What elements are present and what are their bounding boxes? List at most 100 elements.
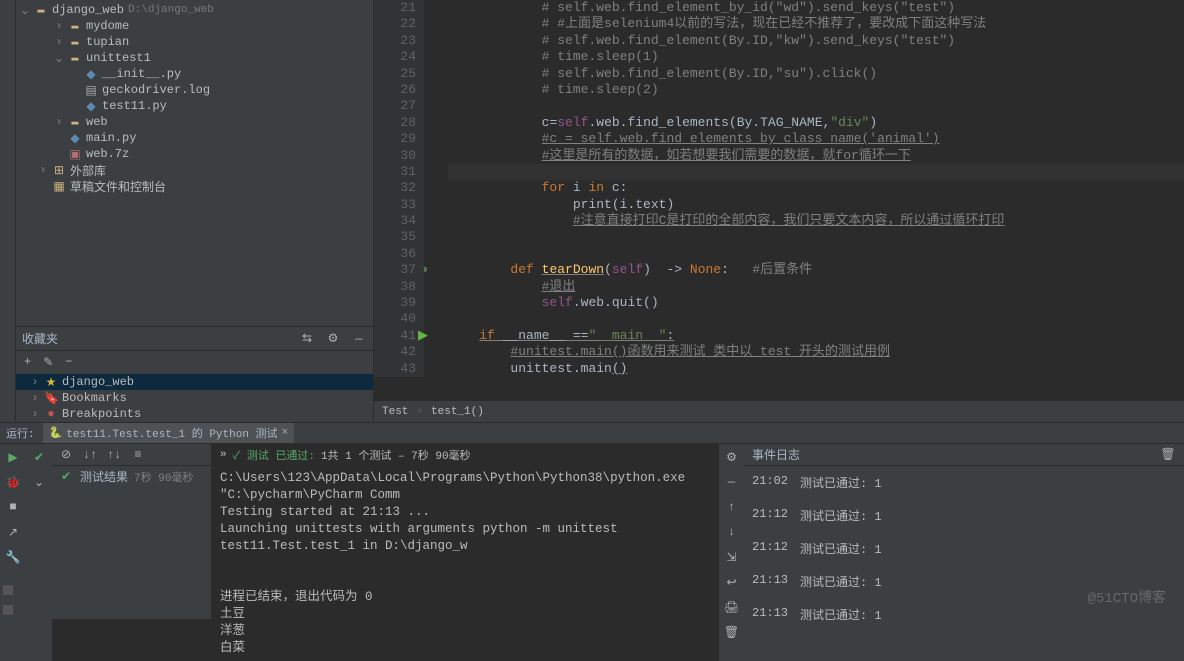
line-number[interactable]: 25 xyxy=(374,66,416,82)
project-tree[interactable]: ⌄ ▬ django_web D:\django_web ›▬mydome›▬t… xyxy=(16,0,373,196)
chevron-icon[interactable]: › xyxy=(30,375,40,389)
line-number[interactable]: 42 xyxy=(374,344,416,360)
line-number[interactable]: 28 xyxy=(374,115,416,131)
run-config-tab[interactable]: 🐍 test11.Test.test_1 的 Python 测试 × xyxy=(43,423,295,443)
event-row[interactable]: 21:02测试已通过: 1 xyxy=(752,474,1176,491)
line-number[interactable]: 38 xyxy=(374,279,416,295)
tree-row[interactable]: ›▬web xyxy=(16,114,373,130)
line-number[interactable]: 24 xyxy=(374,49,416,65)
gear-icon[interactable]: ⚙ xyxy=(325,331,341,347)
collapse-icon[interactable]: ⌄ xyxy=(31,474,47,490)
wrap-icon[interactable]: ↩ xyxy=(724,574,740,590)
pin-icon[interactable]: ↗ xyxy=(5,524,21,540)
minimize-icon[interactable]: — xyxy=(724,474,740,490)
line-number[interactable]: 21 xyxy=(374,0,416,16)
tree-row[interactable]: ›⊞外部库 xyxy=(16,162,373,178)
export-icon[interactable]: ⇲ xyxy=(724,549,740,565)
favorite-item[interactable]: ›●Breakpoints xyxy=(16,406,373,422)
line-number[interactable]: 32 xyxy=(374,180,416,196)
add-icon[interactable]: + xyxy=(24,355,31,370)
line-number[interactable]: 30 xyxy=(374,148,416,164)
run-icon[interactable]: ▶ xyxy=(5,449,21,465)
code-line[interactable]: for i in c: xyxy=(448,180,1184,196)
line-number[interactable]: 35 xyxy=(374,229,416,245)
line-number[interactable]: 36 xyxy=(374,246,416,262)
test-root-row[interactable]: ✔ 测试结果 7秒 90毫秒 xyxy=(52,466,211,487)
code-line[interactable]: # time.sleep(1) xyxy=(448,49,1184,65)
breadcrumb-item[interactable]: test_1() xyxy=(431,406,484,418)
line-number[interactable]: 31 xyxy=(374,164,416,180)
chevron-icon[interactable]: › xyxy=(54,19,64,33)
delete-icon[interactable]: 🗑 xyxy=(1160,447,1176,463)
todo-icon[interactable] xyxy=(3,605,13,615)
tree-row[interactable]: ›▬tupian xyxy=(16,34,373,50)
code-line[interactable]: print(i.text) xyxy=(448,197,1184,213)
breadcrumb-item[interactable]: Test xyxy=(382,406,408,418)
event-row[interactable]: 21:12测试已通过: 1 xyxy=(752,540,1176,557)
code-line[interactable] xyxy=(448,164,1184,180)
clock-icon[interactable]: ⊘ xyxy=(58,447,74,463)
layout-icon[interactable]: ⇆ xyxy=(299,331,315,347)
code-line[interactable]: c=self.web.find_elements(By.TAG_NAME,"di… xyxy=(448,115,1184,131)
sort-desc-icon[interactable]: ↑↓ xyxy=(106,447,122,463)
line-number[interactable]: 43 xyxy=(374,361,416,377)
code-line[interactable]: #这里是所有的数据，如若想要我们需要的数据，就for循环一下 xyxy=(448,148,1184,164)
print-icon[interactable]: 🖨 xyxy=(724,599,740,615)
line-number[interactable]: 33 xyxy=(374,197,416,213)
edit-icon[interactable]: ✎ xyxy=(43,355,53,370)
line-number[interactable]: 29 xyxy=(374,131,416,147)
debug-icon[interactable]: 🐞 xyxy=(5,474,21,490)
chevron-icon[interactable]: › xyxy=(30,391,40,405)
chevron-icon[interactable]: › xyxy=(38,163,48,177)
line-number[interactable]: 41▶ xyxy=(374,328,416,344)
tree-row[interactable]: ▤geckodriver.log xyxy=(16,82,373,98)
code-line[interactable]: # self.web.find_element(By.ID,"kw").send… xyxy=(448,33,1184,49)
line-number[interactable]: 26 xyxy=(374,82,416,98)
wrench-icon[interactable]: 🔧 xyxy=(5,549,21,565)
code-line[interactable]: # #上面是selenium4以前的写法，现在已经不推荐了，要改成下面这种写法 xyxy=(448,16,1184,32)
event-row[interactable]: 21:12测试已通过: 1 xyxy=(752,507,1176,524)
override-icon[interactable]: ◑ xyxy=(420,262,428,278)
down-icon[interactable]: ↓ xyxy=(724,524,740,540)
tree-root[interactable]: ⌄ ▬ django_web D:\django_web xyxy=(16,2,373,18)
tree-row[interactable]: ◆main.py xyxy=(16,130,373,146)
tree-row[interactable]: ▣web.7z xyxy=(16,146,373,162)
structure-icon[interactable] xyxy=(3,585,13,595)
event-row[interactable]: 21:13测试已通过: 1 xyxy=(752,606,1176,623)
stop-icon[interactable]: ■ xyxy=(5,499,21,515)
code-line[interactable] xyxy=(448,229,1184,245)
line-number[interactable]: 34 xyxy=(374,213,416,229)
up-icon[interactable]: ↑ xyxy=(724,499,740,515)
check-icon[interactable]: ✔ xyxy=(31,449,47,465)
code-line[interactable] xyxy=(448,311,1184,327)
line-number[interactable]: 39 xyxy=(374,295,416,311)
code-line[interactable] xyxy=(448,98,1184,114)
line-number[interactable]: 23 xyxy=(374,33,416,49)
chevron-down-icon[interactable]: ⌄ xyxy=(20,3,30,18)
chevron-icon[interactable]: ⌄ xyxy=(54,51,64,66)
breadcrumbs[interactable]: Test › test_1() xyxy=(374,400,1184,422)
code-line[interactable]: # self.web.find_element_by_id("wd").send… xyxy=(448,0,1184,16)
code-line[interactable]: #注意直接打印C是打印的全部内容，我们只要文本内容，所以通过循环打印 xyxy=(448,213,1184,229)
tree-row[interactable]: ›▬mydome xyxy=(16,18,373,34)
close-icon[interactable]: × xyxy=(282,427,289,439)
trash-icon[interactable]: 🗑 xyxy=(724,624,740,640)
code-line[interactable]: # self.web.find_element(By.ID,"su").clic… xyxy=(448,66,1184,82)
chevron-icon[interactable]: › xyxy=(30,407,40,421)
code-line[interactable]: def tearDown(self) -> None: #后置条件 xyxy=(448,262,1184,278)
remove-icon[interactable]: − xyxy=(65,355,72,370)
code-line[interactable] xyxy=(448,246,1184,262)
gear-icon[interactable]: ⚙ xyxy=(724,449,740,465)
code-line[interactable]: unittest.main() xyxy=(448,361,1184,377)
tree-row[interactable]: ◆test11.py xyxy=(16,98,373,114)
editor[interactable]: 2122232425262728293031323334353637◑38394… xyxy=(374,0,1184,422)
expand-all-icon[interactable]: ≡ xyxy=(130,447,146,463)
console-output[interactable]: C:\Users\123\AppData\Local\Programs\Pyth… xyxy=(212,466,718,661)
line-number[interactable]: 40 xyxy=(374,311,416,327)
tree-row[interactable]: ◆__init__.py xyxy=(16,66,373,82)
line-number[interactable]: 22 xyxy=(374,16,416,32)
chevrons-icon[interactable]: » xyxy=(220,449,227,461)
code-line[interactable]: #退出 xyxy=(448,279,1184,295)
tree-row[interactable]: ▦草稿文件和控制台 xyxy=(16,178,373,194)
line-number[interactable]: 37◑ xyxy=(374,262,416,278)
